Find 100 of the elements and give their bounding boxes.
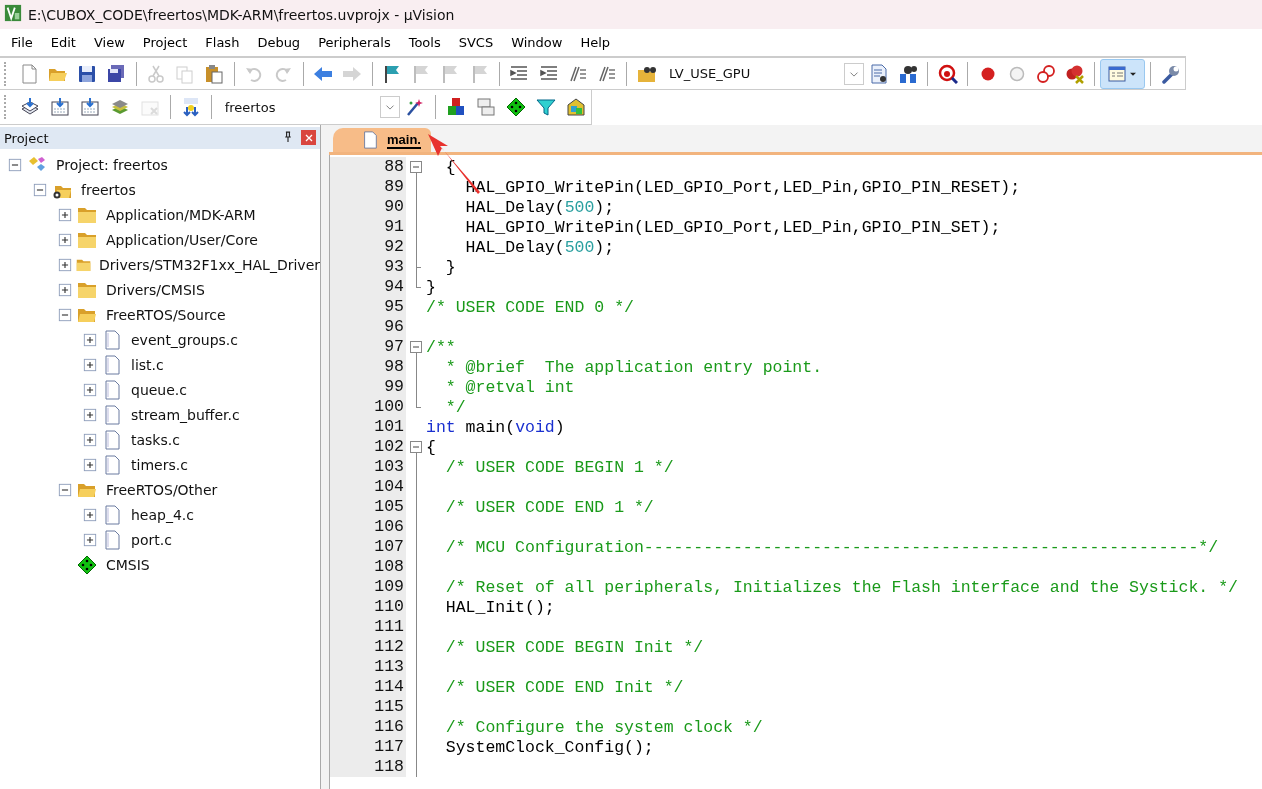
breakpoint-delete-icon[interactable] (1064, 63, 1085, 84)
menu-item[interactable]: Debug (250, 33, 308, 52)
dropdown[interactable]: freertos (220, 95, 401, 119)
diamond-icon (76, 554, 98, 575)
menu-item[interactable]: Help (573, 33, 618, 52)
diamond-icon[interactable] (506, 97, 527, 117)
tree-item[interactable]: list.c (131, 356, 164, 373)
code-line: /* USER CODE END Init */ (444, 677, 684, 697)
line-number: 101 (330, 417, 406, 437)
line-number: 115 (330, 697, 406, 717)
rings-icon[interactable] (1035, 63, 1056, 84)
menu-item[interactable]: Peripherals (311, 33, 398, 52)
fold-toggle[interactable] (410, 161, 422, 173)
expand-toggle[interactable] (58, 232, 72, 247)
line-number: 92 (330, 237, 406, 257)
file-icon (361, 131, 379, 149)
collapse-toggle[interactable] (33, 182, 47, 197)
code-line: HAL_Delay(500); (464, 197, 615, 217)
expand-toggle[interactable] (58, 207, 72, 222)
expand-toggle[interactable] (58, 257, 72, 272)
clipboard-icon[interactable] (204, 63, 225, 84)
line-number: 118 (330, 757, 406, 777)
collapse-toggle[interactable] (8, 157, 22, 172)
tree-item[interactable]: Project: freertos (56, 156, 168, 173)
expand-toggle[interactable] (83, 507, 97, 522)
collapse-toggle[interactable] (58, 307, 72, 322)
build-target-icon[interactable] (49, 97, 70, 117)
menu-item[interactable]: File (4, 33, 40, 52)
tree-item[interactable]: CMSIS (106, 556, 150, 573)
menu-item[interactable]: Flash (198, 33, 247, 52)
tree-item[interactable]: Application/MDK-ARM (106, 206, 256, 223)
code-line: /* USER CODE BEGIN 1 */ (444, 457, 674, 477)
line-number: 116 (330, 717, 406, 737)
window-icon (1106, 63, 1127, 84)
fold-toggle[interactable] (410, 341, 422, 353)
menu-item[interactable]: Edit (43, 33, 83, 52)
line-number: 91 (330, 217, 406, 237)
stack-download-icon[interactable] (19, 97, 40, 117)
code-line: /* USER CODE END 1 */ (444, 497, 654, 517)
menu-item[interactable]: SVCS (451, 33, 501, 52)
magnifier-icon[interactable] (937, 63, 958, 84)
code-line: /* USER CODE END 0 */ (426, 297, 634, 317)
expand-toggle[interactable] (83, 457, 97, 472)
code-line: { (426, 437, 436, 457)
expand-toggle[interactable] (83, 532, 97, 547)
tree-item[interactable]: FreeRTOS/Other (106, 481, 218, 498)
expand-toggle[interactable] (58, 282, 72, 297)
blocks-icon[interactable] (446, 97, 467, 117)
download-icon[interactable] (180, 97, 201, 117)
package-icon[interactable] (565, 97, 586, 117)
expand-toggle[interactable] (83, 332, 97, 347)
funnel-icon[interactable] (536, 97, 556, 117)
tree-item[interactable]: Drivers/STM32F1xx_HAL_Driver (99, 256, 320, 273)
code-editor[interactable] (329, 155, 1262, 789)
tree-item[interactable]: timers.c (131, 456, 188, 473)
floppy-disks-icon[interactable] (106, 63, 127, 84)
expand-toggle[interactable] (83, 357, 97, 372)
tree-item[interactable]: tasks.c (131, 431, 180, 448)
expand-toggle[interactable] (83, 407, 97, 422)
tree-item[interactable]: queue.c (131, 381, 187, 398)
line-number: 100 (330, 397, 406, 417)
line-number: 110 (330, 597, 406, 617)
expand-toggle[interactable] (83, 432, 97, 447)
window-title: E:\CUBOX_CODE\freertos\MDK-ARM\freertos.uvprojx - µVision (28, 6, 455, 23)
find-document-icon[interactable] (868, 63, 889, 84)
tree-item[interactable]: FreeRTOS/Source (106, 306, 226, 323)
fold-toggle[interactable] (410, 441, 422, 453)
code-line: int main(void) (426, 417, 565, 437)
menu-item[interactable]: Window (504, 33, 570, 52)
tree-item[interactable]: Application/User/Core (106, 231, 258, 248)
binoculars-icon[interactable] (897, 63, 918, 84)
line-number: 98 (330, 357, 406, 377)
windows-icon[interactable] (476, 97, 497, 117)
menu-item[interactable]: Project (135, 33, 195, 52)
panel-title: Project (4, 130, 50, 146)
wrench-icon[interactable] (1160, 63, 1181, 84)
tree-item[interactable]: event_groups.c (131, 331, 238, 348)
code-line: /* USER CODE BEGIN Init */ (444, 637, 704, 657)
build-target-icon[interactable] (79, 97, 100, 117)
menu-item[interactable]: View (86, 33, 132, 52)
document-icon[interactable] (19, 63, 40, 84)
line-number: 102 (330, 437, 406, 457)
collapse-toggle[interactable] (58, 482, 72, 497)
tree-item[interactable]: heap_4.c (131, 506, 194, 523)
line-number: 108 (330, 557, 406, 577)
tree-item[interactable]: stream_buffer.c (131, 406, 240, 423)
editor-tab[interactable]: main. (333, 128, 431, 152)
menu-item[interactable]: Tools (401, 33, 448, 52)
code-line: /* Reset of all peripherals, Initializes the Flash interface and the Systick. */ (444, 577, 1238, 597)
dropdown[interactable]: LV_USE_GPU (665, 61, 865, 86)
expand-toggle[interactable] (83, 382, 97, 397)
line-number: 95 (330, 297, 406, 317)
line-number: 97 (330, 337, 406, 357)
close-button[interactable] (301, 130, 316, 145)
tree-item[interactable]: port.c (131, 531, 172, 548)
tree-item[interactable]: Drivers/CMSIS (106, 281, 205, 298)
window-toggle-button[interactable] (1100, 58, 1145, 89)
code-line: { (444, 157, 456, 177)
tree-item[interactable]: freertos (81, 181, 136, 198)
line-number: 89 (330, 177, 406, 197)
